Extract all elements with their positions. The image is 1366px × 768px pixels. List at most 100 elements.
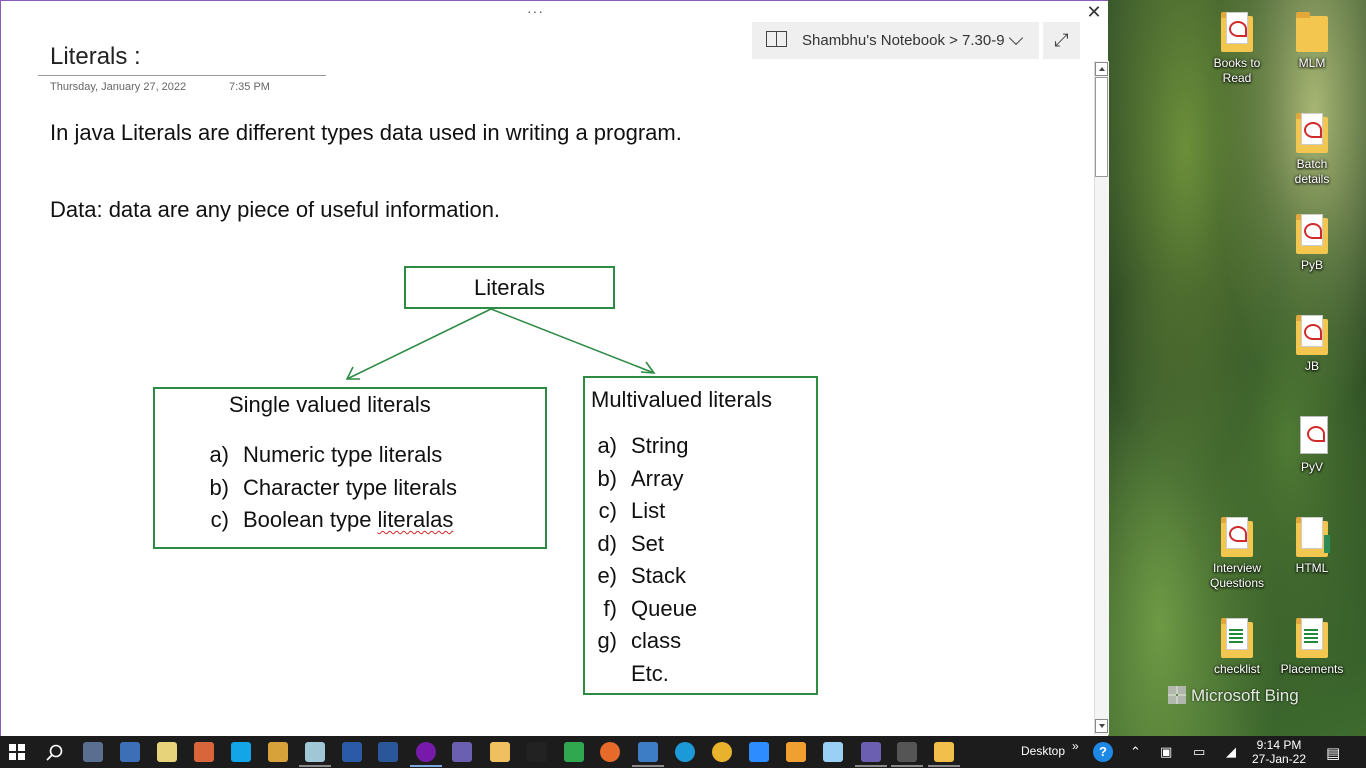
search-icon[interactable] [45,743,65,763]
desktop-icon-label: Interview Questions [1209,561,1265,590]
image-editor-icon[interactable] [490,742,510,762]
desktop-icon[interactable]: HTML [1278,515,1346,576]
single-valued-title: Single valued literals [229,392,431,417]
notepad2-icon[interactable] [305,742,325,762]
desktop-icon[interactable]: JB [1278,313,1346,374]
title-underline [38,75,326,76]
desktop-icon[interactable]: Books to Read [1203,10,1271,86]
notifications-icon[interactable]: ▤ [1326,744,1340,762]
diagram-arrows [345,308,656,380]
chrome-icon[interactable] [712,742,732,762]
taskbar-clock[interactable]: 9:14 PM 27-Jan-22 [1251,738,1307,766]
running-indicator [855,765,887,767]
calculator-icon[interactable] [83,742,103,762]
spellcheck-flagged-word[interactable]: literalas [378,507,454,532]
list-marker: a) [597,433,617,458]
terminal-icon[interactable] [897,742,917,762]
notebook-breadcrumb[interactable]: Shambhu's Notebook > 7.30-9 [752,22,1039,59]
paragraph-data-definition[interactable]: Data: data are any piece of useful infor… [50,197,500,223]
battery-icon[interactable]: ▭ [1193,744,1205,760]
list-text: Etc. [631,660,669,686]
diagram-root-box[interactable]: Literals [404,266,615,309]
zoom-icon[interactable] [749,742,769,762]
onenote-icon[interactable] [416,742,436,762]
refresh-icon[interactable] [564,742,584,762]
page-title[interactable]: Literals : [50,43,141,71]
media-icon[interactable] [452,742,472,762]
desktop-icon[interactable]: Batch details [1278,111,1346,187]
desktop-icon[interactable]: MLM [1278,10,1346,71]
toolbar-overflow-chevron[interactable]: » [1072,739,1079,753]
scroll-up-button[interactable] [1095,62,1108,76]
tray-expand-icon[interactable]: ⌃ [1130,744,1141,760]
meet-now-icon[interactable]: ▣ [1160,744,1172,760]
clock-time: 9:14 PM [1256,738,1302,752]
app-blue-icon[interactable] [342,742,362,762]
paint-icon[interactable] [194,742,214,762]
remote-icon[interactable] [638,742,658,762]
close-button[interactable]: ✕ [1081,3,1107,21]
desktop-icon-label: Books to Read [1213,56,1261,85]
pdf-folder-icon [1292,111,1332,155]
bing-logo-icon [1168,686,1186,704]
pdf-folder-icon [1217,10,1257,54]
expand-button[interactable]: ⤢ [1043,22,1080,59]
notepad-icon[interactable] [157,742,177,762]
chevron-down-icon[interactable] [1008,30,1024,46]
paragraph-literals-definition[interactable]: In java Literals are different types dat… [50,120,682,146]
list-text: Array [631,465,684,491]
list-text: Character type literals [243,475,457,500]
list-marker: f) [603,595,617,621]
desktop-icon[interactable]: PyB [1278,212,1346,273]
word-doc-icon[interactable] [268,742,288,762]
pdf-folder-icon [1292,313,1332,357]
desktop-icon-label: MLM [1298,56,1326,70]
arrow-to-multi [490,308,655,374]
multivalued-title: Multivalued literals [591,387,772,412]
desktop-icon[interactable]: PyV [1278,414,1346,475]
multivalued-box[interactable]: Multivalued literals a) String b) Array c) Li… [583,376,818,695]
list-item: a) String [587,433,688,459]
scroll-down-button[interactable] [1095,719,1108,733]
list-text: Set [631,530,665,556]
word-icon[interactable] [378,742,398,762]
pdf-folder-icon [1292,414,1332,458]
list-marker: c) [598,498,617,523]
settings-app-icon[interactable] [786,742,806,762]
desktop-icon-label: Batch details [1294,157,1330,186]
list-marker: g) [597,628,617,653]
list-text: Queue [631,595,698,621]
running-indicator [410,765,442,767]
desktop-icon[interactable]: Interview Questions [1203,515,1271,591]
firefox-icon[interactable] [600,742,620,762]
desktop-icon[interactable]: Placements [1278,616,1346,677]
windows-start-icon[interactable] [9,744,25,760]
pdf-folder-icon [1292,212,1332,256]
pycharm-icon[interactable] [527,742,547,762]
list-item: c) List [587,498,666,524]
help-icon[interactable]: ? [1093,742,1113,762]
spreadsheet-folder-icon [1292,616,1332,660]
media2-icon[interactable] [861,742,881,762]
bing-watermark-text: Microsoft Bing [1191,686,1299,705]
keyboard-icon[interactable] [120,742,140,762]
window-drag-grip[interactable]: ··· [527,3,544,19]
desktop-icon[interactable]: checklist [1203,616,1271,677]
list-text: class [631,628,682,653]
snowflake-icon[interactable] [823,742,843,762]
list-marker: a) [209,442,229,467]
skype-icon[interactable] [231,742,251,762]
list-item: d) Set [587,531,664,557]
desktop-toolbar-label[interactable]: Desktop [1021,744,1065,758]
running-indicator [632,765,664,767]
running-indicator [928,765,960,767]
breadcrumb-text: Shambhu's Notebook > 7.30-9 [802,32,1005,49]
scroll-thumb[interactable] [1095,77,1108,177]
list-item: a) Numeric type literals [199,442,442,468]
wifi-icon[interactable]: ◢ [1226,744,1236,760]
list-text: Stack [631,563,687,588]
single-valued-box[interactable]: Single valued literals a) Numeric type li… [153,387,547,549]
arrow-to-single [346,308,492,380]
file-explorer-icon[interactable] [934,742,954,762]
edge-icon[interactable] [675,742,695,762]
